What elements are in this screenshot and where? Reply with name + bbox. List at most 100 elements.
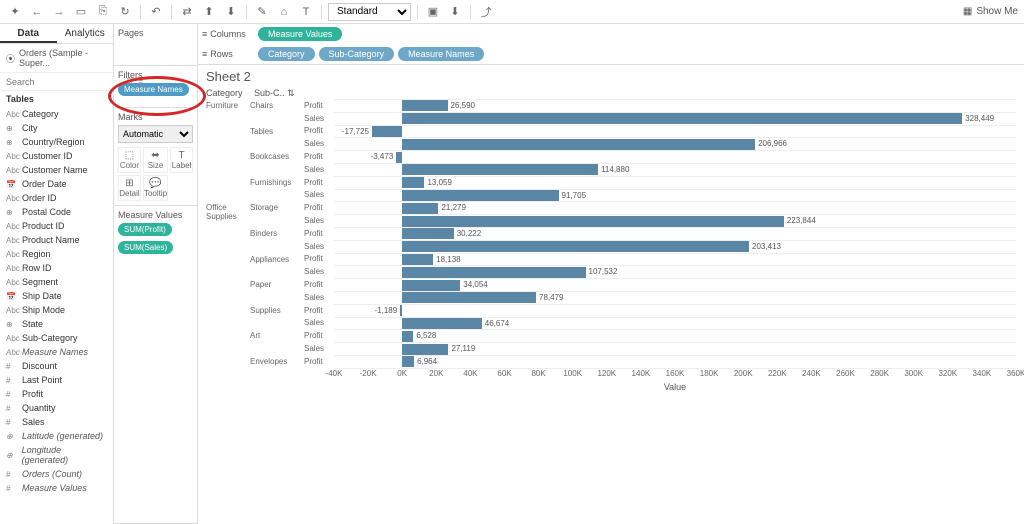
rows-pill-subcategory[interactable]: Sub-Category [319, 47, 395, 61]
field-sales[interactable]: #Sales [0, 415, 113, 429]
marks-color[interactable]: ⬚Color [118, 147, 141, 173]
field-quantity[interactable]: #Quantity [0, 401, 113, 415]
bar[interactable] [402, 139, 755, 150]
subcategory-cell[interactable]: Bookcases [250, 150, 304, 176]
field-city[interactable]: ⊕City [0, 121, 113, 135]
bar[interactable] [402, 344, 448, 355]
field-state[interactable]: ⊕State [0, 317, 113, 331]
subcategory-header[interactable]: Sub-C.. ⇅ [254, 88, 308, 99]
fit-select[interactable]: Standard [328, 3, 411, 21]
measure-cell[interactable]: Profit [304, 227, 334, 240]
category-cell[interactable]: Furniture [206, 99, 250, 201]
measure-cell[interactable]: Sales [304, 317, 334, 330]
subcategory-cell[interactable]: Furnishings [250, 176, 304, 202]
field-customer-id[interactable]: AbcCustomer ID [0, 149, 113, 163]
show-me-button[interactable]: ▦ Show Me [963, 6, 1018, 17]
bar[interactable] [402, 267, 585, 278]
field-country-region[interactable]: ⊕Country/Region [0, 135, 113, 149]
measure-cell[interactable]: Sales [304, 291, 334, 304]
forward-icon[interactable]: → [50, 3, 68, 21]
measure-cell[interactable]: Profit [304, 278, 334, 291]
subcategory-cell[interactable]: Paper [250, 278, 304, 304]
field-order-date[interactable]: 📅Order Date [0, 177, 113, 191]
back-icon[interactable]: ← [28, 3, 46, 21]
measure-cell[interactable]: Sales [304, 214, 334, 227]
measure-cell[interactable]: Sales [304, 112, 334, 125]
field-segment[interactable]: AbcSegment [0, 275, 113, 289]
bar[interactable] [402, 113, 962, 124]
field-product-name[interactable]: AbcProduct Name [0, 233, 113, 247]
field-latitude-generated-[interactable]: ⊕Latitude (generated) [0, 429, 113, 443]
measure-cell[interactable]: Profit [304, 125, 334, 138]
field-discount[interactable]: #Discount [0, 359, 113, 373]
field-measure-values[interactable]: #Measure Values [0, 481, 113, 495]
field-longitude-generated-[interactable]: ⊕Longitude (generated) [0, 443, 113, 467]
bar[interactable] [402, 100, 447, 111]
mv-pill[interactable]: SUM(Profit) [118, 223, 172, 236]
subcategory-cell[interactable]: Envelopes [250, 355, 304, 368]
rows-pill-category[interactable]: Category [258, 47, 315, 61]
marks-tooltip[interactable]: 💬Tooltip [143, 175, 168, 201]
refresh-icon[interactable]: ↻ [116, 3, 134, 21]
bar[interactable] [402, 190, 558, 201]
measure-cell[interactable]: Profit [304, 304, 334, 317]
share-icon[interactable]: ⤴ [477, 3, 495, 21]
bar[interactable] [402, 228, 454, 239]
subcategory-cell[interactable]: Chairs [250, 99, 304, 125]
bar[interactable] [372, 126, 402, 137]
filter-pill-measure-names[interactable]: Measure Names [118, 83, 189, 96]
tab-analytics[interactable]: Analytics [57, 24, 114, 43]
search-input[interactable] [6, 77, 123, 87]
sheet-title[interactable]: Sheet 2 [198, 65, 1024, 88]
bar[interactable] [402, 254, 433, 265]
marks-label[interactable]: TLabel [170, 147, 193, 173]
subcategory-cell[interactable]: Appliances [250, 253, 304, 279]
measure-cell[interactable]: Sales [304, 240, 334, 253]
field-measure-names[interactable]: AbcMeasure Names [0, 345, 113, 359]
subcategory-cell[interactable]: Storage [250, 201, 304, 227]
field-last-point[interactable]: #Last Point [0, 373, 113, 387]
category-header[interactable]: Category [206, 88, 250, 99]
field-profit[interactable]: #Profit [0, 387, 113, 401]
field-row-id[interactable]: AbcRow ID [0, 261, 113, 275]
field-category[interactable]: AbcCategory [0, 107, 113, 121]
measure-cell[interactable]: Sales [304, 163, 334, 176]
field-orders-count-[interactable]: #Orders (Count) [0, 467, 113, 481]
field-product-id[interactable]: AbcProduct ID [0, 219, 113, 233]
sort-desc-icon[interactable]: ⬇ [222, 3, 240, 21]
download-icon[interactable]: ⬇ [446, 3, 464, 21]
measure-cell[interactable]: Profit [304, 176, 334, 189]
group-icon[interactable]: ⌂ [275, 3, 293, 21]
measure-cell[interactable]: Profit [304, 99, 334, 112]
columns-pill-measure-values[interactable]: Measure Values [258, 27, 342, 41]
field-ship-mode[interactable]: AbcShip Mode [0, 303, 113, 317]
swap-icon[interactable]: ⇄ [178, 3, 196, 21]
present-icon[interactable]: ▣ [424, 3, 442, 21]
tableau-logo-icon[interactable]: ✦ [6, 3, 24, 21]
subcategory-cell[interactable]: Binders [250, 227, 304, 253]
measure-cell[interactable]: Profit [304, 355, 334, 368]
bar[interactable] [402, 356, 414, 367]
bar[interactable] [400, 305, 402, 316]
field-postal-code[interactable]: ⊕Postal Code [0, 205, 113, 219]
field-sub-category[interactable]: AbcSub-Category [0, 331, 113, 345]
field-order-id[interactable]: AbcOrder ID [0, 191, 113, 205]
data-source[interactable]: ⦿ Orders (Sample - Super... [0, 44, 113, 73]
bar[interactable] [402, 318, 482, 329]
marks-type-select[interactable]: Automatic [118, 125, 193, 143]
bar[interactable] [402, 177, 424, 188]
new-data-icon[interactable]: ⎘ [94, 3, 112, 21]
field-ship-date[interactable]: 📅Ship Date [0, 289, 113, 303]
measure-cell[interactable]: Sales [304, 342, 334, 355]
undo-icon[interactable]: ↶ [147, 3, 165, 21]
subcategory-cell[interactable]: Supplies [250, 304, 304, 330]
bar[interactable] [402, 280, 460, 291]
highlight-icon[interactable]: ✎ [253, 3, 271, 21]
measure-cell[interactable]: Profit [304, 329, 334, 342]
measure-cell[interactable]: Profit [304, 150, 334, 163]
measure-cell[interactable]: Sales [304, 189, 334, 202]
labels-icon[interactable]: T [297, 3, 315, 21]
save-icon[interactable]: ▭ [72, 3, 90, 21]
sort-asc-icon[interactable]: ⬆ [200, 3, 218, 21]
tab-data[interactable]: Data [0, 24, 57, 43]
